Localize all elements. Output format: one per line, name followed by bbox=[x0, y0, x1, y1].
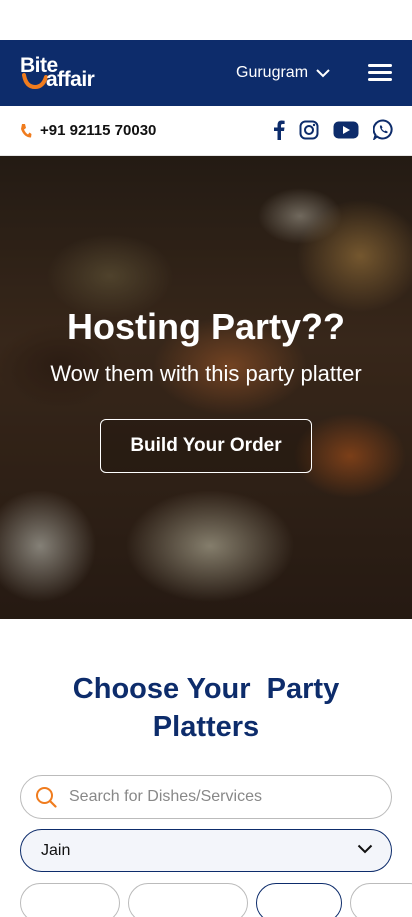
section-title: Choose Your Party Platters bbox=[0, 670, 412, 746]
phone-link[interactable]: +91 92115 70030 bbox=[20, 122, 156, 139]
hero-banner: Hosting Party?? Wow them with this party… bbox=[0, 156, 412, 619]
search-bar bbox=[20, 775, 392, 819]
hamburger-menu-button[interactable] bbox=[368, 64, 392, 82]
hero-subtitle: Wow them with this party platter bbox=[50, 361, 362, 386]
phone-icon bbox=[21, 123, 32, 137]
youtube-icon[interactable] bbox=[333, 121, 359, 139]
diet-filter-value: Jain bbox=[41, 841, 71, 859]
category-pills bbox=[20, 883, 412, 917]
search-icon bbox=[36, 787, 57, 808]
diet-filter-select[interactable]: Jain bbox=[20, 829, 392, 872]
menu-line-icon bbox=[368, 78, 392, 81]
hero-title: Hosting Party?? bbox=[66, 306, 345, 347]
location-selector[interactable]: Gurugram bbox=[236, 40, 330, 106]
phone-number: +91 92115 70030 bbox=[40, 122, 157, 139]
category-pill[interactable] bbox=[128, 883, 248, 917]
chevron-down-icon bbox=[316, 68, 330, 77]
hero-overlay bbox=[0, 156, 412, 619]
contact-bar: +91 92115 70030 bbox=[0, 106, 412, 156]
build-order-button[interactable]: Build Your Order bbox=[100, 419, 312, 473]
search-input[interactable] bbox=[69, 788, 359, 806]
whatsapp-icon[interactable] bbox=[373, 119, 394, 140]
section-title-line: Platters bbox=[152, 711, 260, 743]
facebook-icon[interactable] bbox=[273, 120, 285, 140]
logo-swoosh-icon bbox=[22, 73, 48, 89]
logo[interactable]: Bite affair bbox=[20, 53, 112, 93]
category-pill[interactable] bbox=[350, 883, 412, 917]
category-pill[interactable] bbox=[20, 883, 120, 917]
status-strip bbox=[0, 0, 412, 40]
top-navbar: Bite affair Gurugram bbox=[0, 40, 412, 106]
logo-text-bottom: affair bbox=[46, 68, 95, 91]
instagram-icon[interactable] bbox=[299, 120, 319, 140]
social-links bbox=[273, 119, 394, 140]
menu-line-icon bbox=[368, 71, 392, 74]
section-title-line: Choose Your Party bbox=[72, 673, 340, 705]
menu-line-icon bbox=[368, 64, 392, 67]
chevron-down-icon bbox=[357, 844, 373, 854]
category-pill[interactable] bbox=[256, 883, 342, 917]
location-label: Gurugram bbox=[236, 64, 309, 81]
